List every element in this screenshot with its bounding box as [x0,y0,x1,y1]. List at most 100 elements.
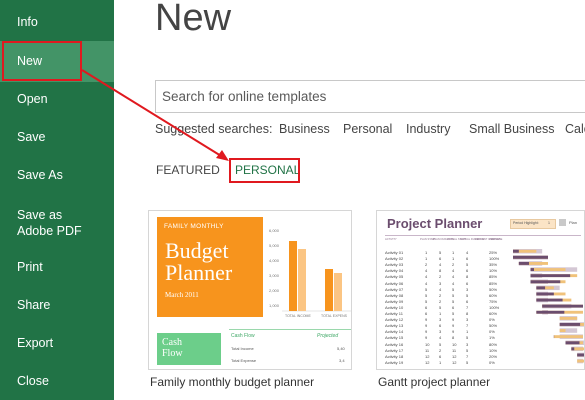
gantt-activity-name: Activity 04 [385,268,404,274]
gantt-cell: 1 [439,359,442,365]
gantt-column-header: ACTIVITY [385,238,397,241]
suggested-link-small-business[interactable]: Small Business [469,122,554,136]
gantt-complete-bar [530,280,561,284]
gantt-cell: 100% [489,256,500,262]
gantt-cell: 5 [452,298,455,304]
gantt-activity-name: Activity 02 [385,256,404,262]
gantt-cell: 100% [489,304,500,310]
cash-flow-row-label: Total Income [231,346,254,351]
gantt-cell: 6 [439,323,442,329]
sidebar-item-save[interactable]: Save [0,130,114,144]
sidebar-item-label: Save [17,130,46,144]
gantt-cell: 4 [452,280,455,286]
sidebar-item-open[interactable]: Open [0,92,114,106]
gantt-header-rule [385,235,581,236]
gantt-cell: 6 [439,353,442,359]
gantt-chart-bars [513,249,584,364]
gantt-cell: 7 [466,323,469,329]
cash-flow-label-2: Flow [162,348,183,359]
sidebar-item-close[interactable]: Close [0,374,114,388]
gantt-cell: 4 [425,280,428,286]
template-thumbnail-budget-planner[interactable]: FAMILY MONTHLY Budget Planner March 2011… [148,210,352,370]
suggested-link-business[interactable]: Business [279,122,330,136]
gantt-cell: 8 [452,335,455,341]
gantt-cell: 4 [452,268,455,274]
gantt-cell: 11 [452,347,457,353]
gantt-activity-name: Activity 06 [385,280,404,286]
sidebar-item-label: Save As [17,168,63,182]
cash-flow-table: Cash Flow Projected Total Income 5,40 To… [229,329,351,369]
gantt-cell: 0% [489,317,495,323]
chart-bar-income-actual [298,249,306,311]
gantt-cell: 5 [425,286,428,292]
gantt-cell: 6 [466,268,469,274]
template-thumbnail-gantt-planner[interactable]: Project Planner Period Highlight: 1 Plan… [376,210,585,370]
gantt-cell: 80% [489,341,498,347]
cash-flow-table-header: Cash Flow [231,333,255,339]
gantt-cell: 5 [466,262,469,268]
sidebar-item-save-as[interactable]: Save As [0,168,114,182]
gantt-cell: 85% [489,280,498,286]
gantt-cell: 75% [489,298,498,304]
sidebar-item-share[interactable]: Share [0,298,114,312]
suggested-link-calc[interactable]: Calc [565,122,585,136]
gantt-actual-bar [577,359,584,363]
gantt-cell: 8 [466,274,469,280]
sidebar-item-label: Print [17,260,43,274]
sidebar-item-info[interactable]: Info [0,15,114,29]
gantt-cell: 1% [489,335,495,341]
chart-y-tick: 6,000 [269,228,280,233]
gantt-cell: 3 [466,286,469,292]
gantt-activity-name: Activity 07 [385,286,404,292]
gantt-cell: 60% [489,292,498,298]
gantt-cell: 3 [439,317,442,323]
suggested-link-personal[interactable]: Personal [343,122,392,136]
gantt-cell: 9 [425,335,428,341]
cash-flow-block: Cash Flow [157,333,221,365]
gantt-complete-bar [536,286,546,290]
gantt-cell: 6 [466,280,469,286]
sidebar-item-save-as-adobe-pdf[interactable]: Save as Adobe PDF [0,207,100,239]
sidebar-item-label: Info [17,15,38,29]
chart-x-label: TOTAL INCOME [285,314,311,318]
gantt-complete-bar [536,298,563,302]
chart-y-tick: 5,000 [269,243,280,248]
gantt-cell: 9 [425,329,428,335]
gantt-cell: 5 [439,304,442,310]
sidebar-item-label: Share [17,298,51,312]
budget-cover-block: FAMILY MONTHLY Budget Planner March 2011 [157,217,263,317]
gantt-activity-name: Activity 11 [385,311,403,316]
sidebar-item-print[interactable]: Print [0,260,114,274]
budget-cover-header: FAMILY MONTHLY [164,223,224,230]
gantt-cell: 5 [439,250,442,255]
gantt-activity-name: Activity 10 [385,304,404,310]
gantt-highlight-value: 1 [548,221,550,225]
gantt-cell: 7 [466,353,469,359]
gantt-activity-name: Activity 09 [385,298,404,304]
gantt-cell: 12 [452,353,457,359]
gantt-cell: 6 [439,256,442,262]
gantt-cell: 1 [452,250,455,255]
gantt-cell: 6 [466,256,469,262]
template-name-budget-planner[interactable]: Family monthly budget planner [150,375,314,389]
gantt-cell: 4 [439,335,442,341]
gantt-cell: 6 [425,311,428,316]
gantt-cell: 12 [452,359,457,365]
tab-featured[interactable]: FEATURED [156,163,220,177]
sidebar-item-export[interactable]: Export [0,336,114,350]
cash-flow-row-label: Total Expense [231,358,257,363]
budget-cover-title-1: Budget [165,238,229,263]
gantt-plan-legend-label: Plan [569,220,578,225]
gantt-cell: 10 [425,341,430,347]
suggested-link-industry[interactable]: Industry [406,122,450,136]
gantt-cell: 2 [439,274,442,280]
search-templates-box[interactable] [155,80,585,113]
gantt-cell: 10% [489,347,498,353]
gantt-cell: 9 [452,323,455,329]
search-input[interactable] [156,81,585,112]
template-name-gantt-planner[interactable]: Gantt project planner [378,375,490,389]
gantt-cell: 0% [489,329,495,335]
gantt-cell: 85% [489,274,498,280]
sidebar-item-label: Export [17,336,54,350]
gantt-complete-bar [571,347,575,351]
